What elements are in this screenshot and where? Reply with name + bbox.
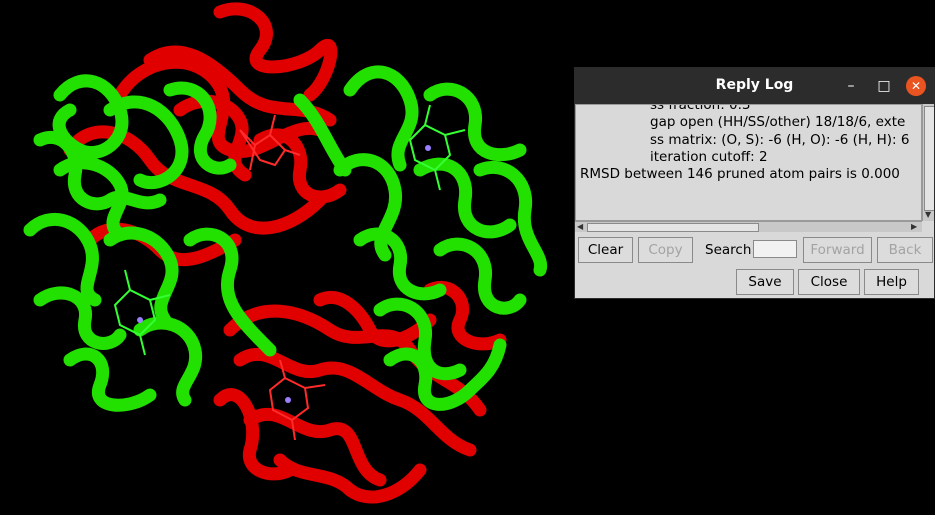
title-bar[interactable]: Reply Log – □ ✕ [575, 68, 934, 104]
maximize-icon[interactable]: □ [874, 76, 894, 96]
search-input[interactable] [753, 240, 797, 258]
vertical-scrollbar[interactable]: ▼ [922, 104, 934, 221]
log-line: ss fraction: 0.3 [650, 104, 751, 113]
minimize-icon[interactable]: – [841, 76, 861, 96]
back-button[interactable]: Back [877, 237, 933, 263]
reply-log-dialog: Reply Log – □ ✕ ss fraction: 0.3 gap ope… [574, 67, 935, 299]
help-button[interactable]: Help [864, 269, 919, 295]
log-line: RMSD between 146 pruned atom pairs is 0.… [580, 166, 900, 182]
iron-atom-bottom [285, 397, 291, 403]
log-line: gap open (HH/SS/other) 18/18/6, exte [650, 114, 906, 130]
vertical-scroll-thumb[interactable] [924, 106, 934, 211]
clear-button[interactable]: Clear [578, 237, 633, 263]
log-text-area[interactable]: ss fraction: 0.3 gap open (HH/SS/other) … [575, 104, 922, 221]
close-icon[interactable]: ✕ [906, 76, 926, 96]
iron-atom-left [137, 317, 143, 323]
close-button[interactable]: Close [798, 269, 860, 295]
search-label: Search: [705, 242, 756, 258]
log-line: iteration cutoff: 2 [650, 149, 768, 165]
horizontal-scroll-thumb[interactable] [587, 223, 759, 232]
iron-atom-right [425, 145, 431, 151]
copy-button[interactable]: Copy [638, 237, 693, 263]
forward-button[interactable]: Forward [803, 237, 872, 263]
log-line: ss matrix: (O, S): -6 (H, O): -6 (H, H):… [650, 132, 910, 148]
scroll-left-arrow-icon[interactable]: ◀ [577, 222, 583, 231]
scroll-right-arrow-icon[interactable]: ▶ [911, 222, 917, 231]
save-button[interactable]: Save [736, 269, 794, 295]
scroll-down-arrow-icon[interactable]: ▼ [925, 210, 931, 219]
horizontal-scrollbar[interactable]: ◀ ▶ [575, 221, 922, 232]
